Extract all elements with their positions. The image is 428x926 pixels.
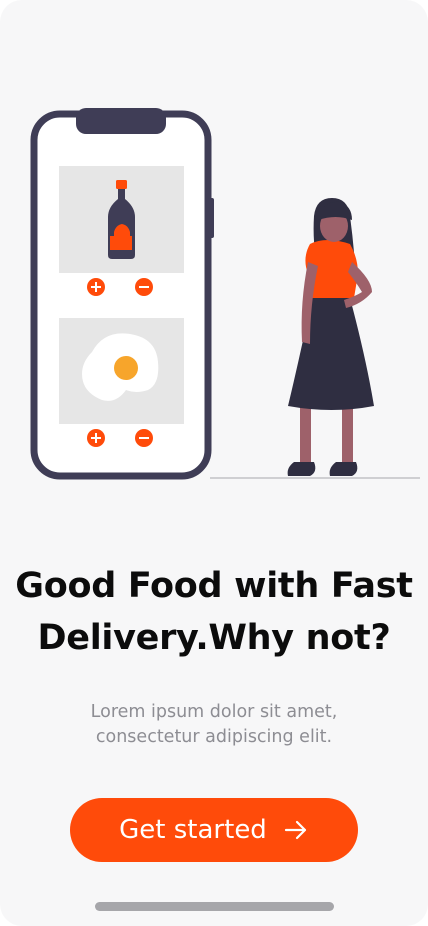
subtitle-line-1: Lorem ipsum dolor sit amet, bbox=[90, 702, 338, 722]
plus-icon bbox=[87, 278, 105, 296]
woman-figure bbox=[287, 198, 374, 476]
title-line-2: Delivery.Why not? bbox=[37, 618, 391, 658]
arrow-right-icon bbox=[283, 817, 309, 843]
home-indicator[interactable] bbox=[95, 902, 334, 911]
onboarding-subtitle: Lorem ipsum dolor sit amet, consectetur … bbox=[0, 700, 428, 750]
minus-icon bbox=[135, 429, 153, 447]
minus-icon bbox=[135, 278, 153, 296]
title-line-1: Good Food with Fast bbox=[15, 566, 413, 606]
subtitle-line-2: consectetur adipiscing elit. bbox=[95, 727, 333, 747]
onboarding-screen: Good Food with Fast Delivery.Why not? Lo… bbox=[0, 0, 428, 926]
get-started-label: Get started bbox=[119, 815, 267, 845]
plus-icon bbox=[87, 429, 105, 447]
food-delivery-illustration bbox=[30, 108, 420, 480]
onboarding-title: Good Food with Fast Delivery.Why not? bbox=[0, 560, 428, 664]
get-started-button[interactable]: Get started bbox=[70, 798, 358, 862]
